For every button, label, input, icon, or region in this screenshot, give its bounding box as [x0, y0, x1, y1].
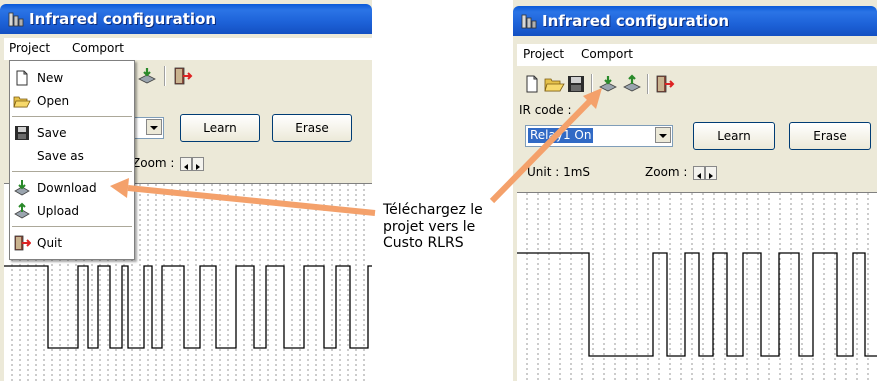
annotation-text: Téléchargez le projet vers le Custo RLRS: [383, 202, 483, 252]
arrowhead: [110, 178, 129, 198]
annotation-line: projet vers le: [383, 218, 476, 235]
arrow-to-download-menu: [127, 185, 376, 216]
annotation-arrows: [110, 88, 602, 216]
annotation-line: Téléchargez le: [383, 202, 483, 218]
arrow-to-download-button: [489, 98, 593, 204]
annotation-line: Custo RLRS: [383, 235, 464, 251]
